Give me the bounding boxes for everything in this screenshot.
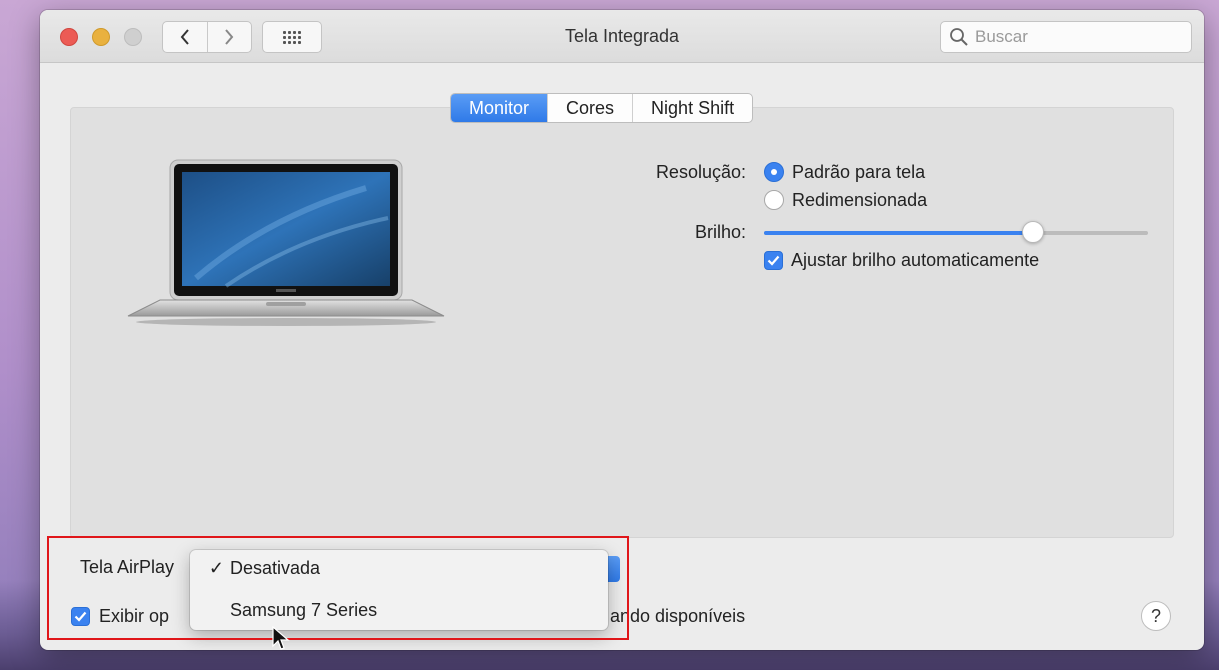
airplay-select[interactable] — [606, 556, 620, 582]
resolution-scaled-radio[interactable] — [764, 190, 784, 210]
laptop-icon — [127, 159, 445, 326]
mirror-options-checkbox[interactable] — [71, 607, 90, 626]
menu-item-desativada[interactable]: ✓ Desativada — [190, 550, 608, 586]
tab-bar: Monitor Cores Night Shift — [450, 93, 754, 123]
resolution-label: Resolução: — [655, 162, 746, 182]
brightness-slider-fill — [764, 231, 1033, 235]
checkmark-icon: ✓ — [208, 557, 224, 578]
menu-item-label: Desativada — [230, 557, 321, 578]
search-icon — [949, 27, 975, 47]
auto-brightness-label: Ajustar brilho automaticamente — [791, 250, 1040, 270]
resolution-default-label: Padrão para tela — [792, 162, 926, 182]
auto-brightness-checkbox[interactable] — [764, 251, 783, 270]
resolution-default-radio[interactable] — [764, 162, 784, 182]
airplay-dropdown-menu: ✓ Desativada Samsung 7 Series — [190, 550, 608, 630]
checkmark-icon — [767, 255, 780, 266]
resolution-scaled-label: Redimensionada — [792, 190, 928, 210]
menu-item-label: Samsung 7 Series — [230, 599, 378, 620]
checkmark-icon — [74, 611, 87, 622]
tab-cores[interactable]: Cores — [547, 94, 632, 122]
menu-item-samsung-7-series[interactable]: Samsung 7 Series — [190, 592, 608, 628]
mirror-options-label-end: ando disponíveis — [610, 606, 746, 626]
tab-night-shift[interactable]: Night Shift — [632, 94, 752, 122]
brightness-slider-thumb[interactable] — [1021, 221, 1044, 243]
airplay-label: Tela AirPlay — [80, 557, 175, 577]
search-field[interactable] — [940, 21, 1192, 53]
tab-monitor[interactable]: Monitor — [451, 94, 548, 122]
search-input[interactable] — [975, 27, 1175, 47]
title-bar: Tela Integrada — [40, 10, 1204, 63]
help-button[interactable]: ? — [1141, 601, 1171, 631]
pointer-cursor-icon — [272, 626, 290, 650]
mirror-options-label-start: Exibir op — [99, 606, 170, 626]
brightness-label: Brilho: — [694, 222, 746, 242]
brightness-slider[interactable] — [764, 221, 1148, 243]
